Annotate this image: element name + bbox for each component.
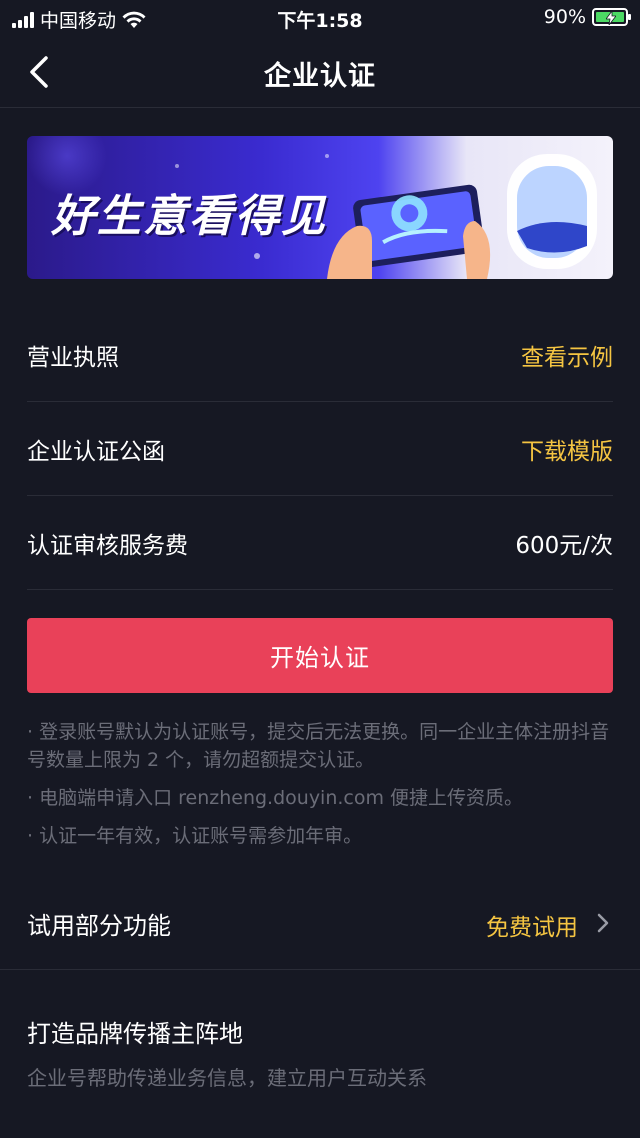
view-example-link[interactable]: 查看示例 <box>521 338 613 372</box>
battery-icon <box>592 8 631 26</box>
service-fee-row: 认证审核服务费 600元/次 <box>27 496 613 590</box>
brand-section-subtitle: 企业号帮助传递业务信息，建立用户互动关系 <box>27 1066 427 1090</box>
status-bar: 中国移动 下午1:58 90% <box>0 0 640 36</box>
charging-bolt-icon <box>606 11 616 25</box>
page-title: 企业认证 <box>264 61 376 92</box>
download-template-link[interactable]: 下载模版 <box>521 432 613 466</box>
promo-banner[interactable]: 好生意看得见 <box>27 136 613 279</box>
note-item: · 认证一年有效，认证账号需参加年审。 <box>27 825 363 847</box>
service-fee-label: 认证审核服务费 <box>27 532 188 559</box>
battery-fill <box>596 11 624 25</box>
business-license-row: 营业执照 查看示例 <box>27 308 613 402</box>
note-item: · 登录账号默认为认证账号，提交后无法更换。同一企业主体注册抖音号数量上限为 2… <box>27 721 610 771</box>
free-trial-row[interactable]: 试用部分功能 免费试用 <box>0 878 640 970</box>
certification-letter-row: 企业认证公函 下载模版 <box>27 402 613 496</box>
notes-list: · 登录账号默认为认证账号，提交后无法更换。同一企业主体注册抖音号数量上限为 2… <box>27 718 613 860</box>
nav-bar: 企业认证 <box>0 36 640 108</box>
banner-headline: 好生意看得见 <box>51 191 327 242</box>
brand-section-title: 打造品牌传播主阵地 <box>27 1020 243 1048</box>
certification-letter-label: 企业认证公函 <box>27 438 165 465</box>
service-fee-value: 600元/次 <box>515 532 613 559</box>
chevron-right-icon <box>597 913 609 933</box>
trial-label: 试用部分功能 <box>27 912 171 940</box>
battery-percent: 90% <box>543 6 586 28</box>
status-right: 90% <box>543 6 631 28</box>
start-certification-button[interactable]: 开始认证 <box>27 618 613 693</box>
free-trial-link[interactable]: 免费试用 <box>486 908 578 942</box>
business-license-label: 营业执照 <box>27 344 119 371</box>
note-item: · 电脑端申请入口 renzheng.douyin.com 便捷上传资质。 <box>27 787 524 809</box>
